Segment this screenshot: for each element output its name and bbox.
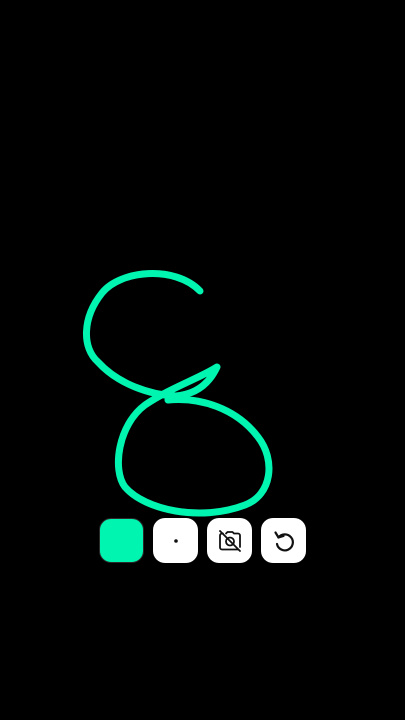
- brush-size-button[interactable]: [153, 518, 198, 563]
- camera-off-button[interactable]: [207, 518, 252, 563]
- color-swatch-button[interactable]: [99, 518, 144, 563]
- drawing-canvas[interactable]: [0, 0, 405, 720]
- small-dot-icon: [173, 538, 178, 543]
- drawing-toolbar: [99, 518, 307, 564]
- rotate-ccw-icon: [273, 530, 294, 551]
- drawn-stroke: [83, 270, 273, 517]
- undo-button[interactable]: [261, 518, 306, 563]
- camera-off-icon: [218, 529, 241, 552]
